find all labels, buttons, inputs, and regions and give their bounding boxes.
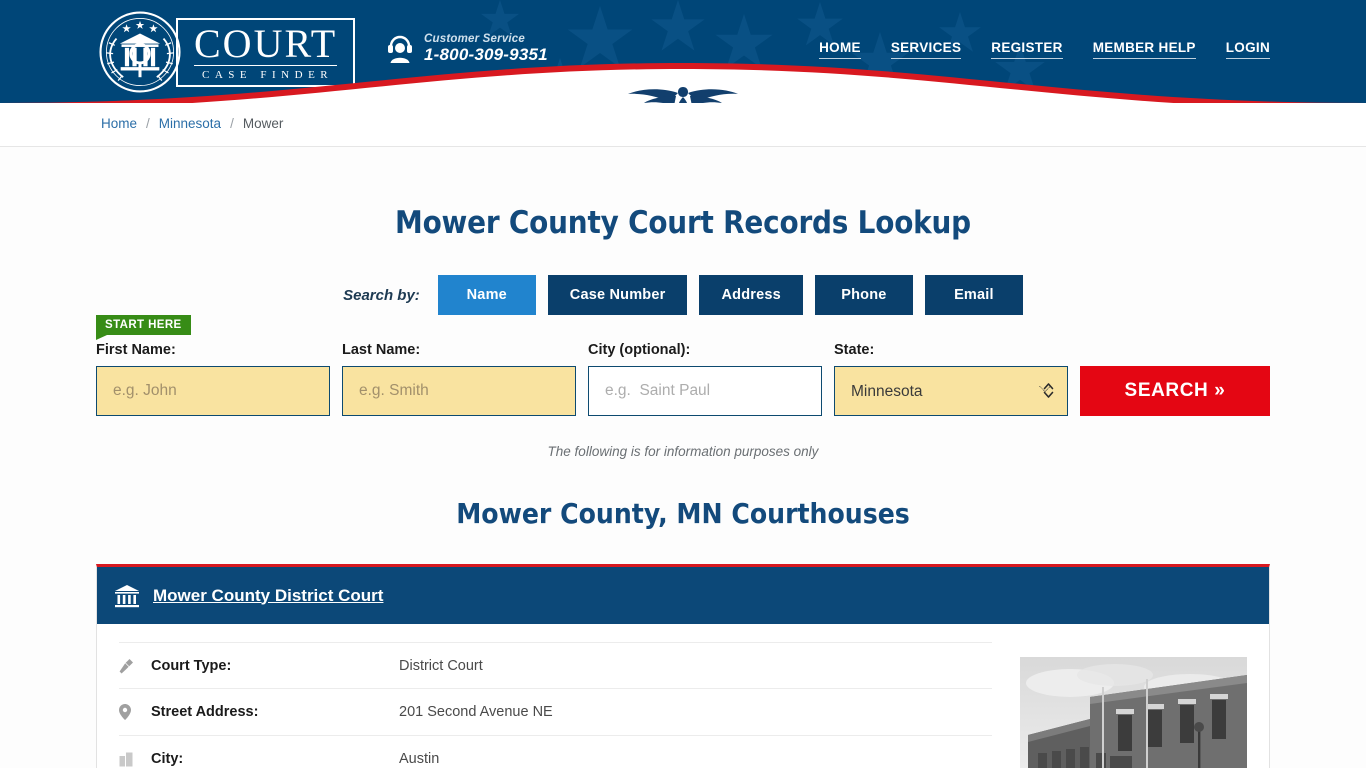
search-by-address[interactable]: Address [699,275,803,315]
page-title: Mower County Court Records Lookup [395,205,971,241]
site-header: COURT CASE FINDER Customer Service 1-800… [0,0,1366,103]
courthouses-section-title: Mower County, MN Courthouses [456,497,910,530]
customer-service-phone[interactable]: 1-800-309-9351 [424,46,548,64]
site-logo[interactable]: COURT CASE FINDER [98,10,356,94]
courthouse-detail-rows: Court Type: District Court Street Addres… [119,642,992,768]
logo-main-text: COURT [194,20,338,66]
search-form: START HERE First Name: Last Name: City (… [96,315,1270,416]
city-field-group: City (optional): [588,342,822,416]
courthouse-seal-icon [99,11,181,93]
nav-item-register[interactable]: REGISTER [991,40,1063,59]
court-type-value: District Court [399,657,483,674]
breadcrumb-separator-1: / [146,116,150,131]
city-row-label: City: [151,751,184,767]
city-input[interactable] [588,366,822,416]
first-name-label: First Name: [96,342,176,358]
nav-item-services[interactable]: SERVICES [890,40,962,59]
state-field-group: State: Minnesota [834,342,1068,416]
breadcrumb-bar: Home / Minnesota / Mower [0,103,1366,147]
gavel-icon [119,658,151,674]
street-address-value: 201 Second Avenue NE [399,704,553,720]
courthouse-card-body: Court Type: District Court Street Addres… [97,624,1269,768]
table-row: Court Type: District Court [119,642,992,689]
map-pin-icon [119,704,151,720]
table-row: City: Austin [119,736,992,768]
street-address-label: Street Address: [151,704,259,720]
courthouse-photo-wrap [1020,642,1247,768]
breadcrumb-item-home[interactable]: Home [101,116,137,131]
search-by-phone[interactable]: Phone [814,275,913,315]
courthouse-name-link[interactable]: Mower County District Court [153,586,383,606]
city-label: City (optional): [588,342,691,358]
nav-item-home[interactable]: HOME [819,40,861,59]
search-by-row: Search by: Name Case Number Address Phon… [0,275,1366,315]
courthouse-photo [1020,657,1247,768]
breadcrumb-separator-2: / [230,116,234,131]
eagle-emblem-icon [628,87,738,103]
courthouse-bank-icon [115,584,139,607]
state-select[interactable]: Minnesota [834,366,1068,416]
last-name-field-group: Last Name: [342,342,576,416]
search-by-name[interactable]: Name [437,275,536,315]
first-name-input[interactable] [96,366,330,416]
search-by-label: Search by: [343,286,420,304]
courthouse-card: Mower County District Court Court Type: … [96,564,1270,768]
main-content: Mower County Court Records Lookup Search… [0,147,1366,768]
breadcrumb: Home / Minnesota / Mower [101,116,283,131]
search-by-email[interactable]: Email [924,275,1023,315]
city-row-value: Austin [399,751,440,767]
start-here-badge: START HERE [96,315,191,335]
disclaimer-text: The following is for information purpose… [547,444,819,459]
state-label: State: [834,342,875,358]
nav-item-login[interactable]: LOGIN [1225,40,1270,59]
breadcrumb-item-mower: Mower [242,116,284,131]
table-row: Street Address: 201 Second Avenue NE [119,689,992,736]
nav-item-member-help[interactable]: MEMBER HELP [1092,40,1196,59]
search-by-case-number[interactable]: Case Number [547,275,688,315]
courthouse-card-header: Mower County District Court [97,567,1269,624]
logo-sub-text: CASE FINDER [202,68,334,81]
last-name-input[interactable] [342,366,576,416]
customer-service-block: Customer Service 1-800-309-9351 [386,33,548,64]
search-button[interactable]: SEARCH » [1080,366,1270,416]
courthouse-building-image [1020,657,1247,768]
main-navigation: HOME SERVICES REGISTER MEMBER HELP LOGIN [819,40,1270,59]
logo-wordmark: COURT CASE FINDER [176,17,356,87]
court-type-label: Court Type: [151,657,232,674]
headset-support-icon [388,36,412,64]
customer-service-label: Customer Service [424,33,525,45]
last-name-label: Last Name: [342,342,421,358]
first-name-field-group: First Name: [96,342,330,416]
city-icon [119,752,151,767]
breadcrumb-item-minnesota[interactable]: Minnesota [159,116,221,131]
